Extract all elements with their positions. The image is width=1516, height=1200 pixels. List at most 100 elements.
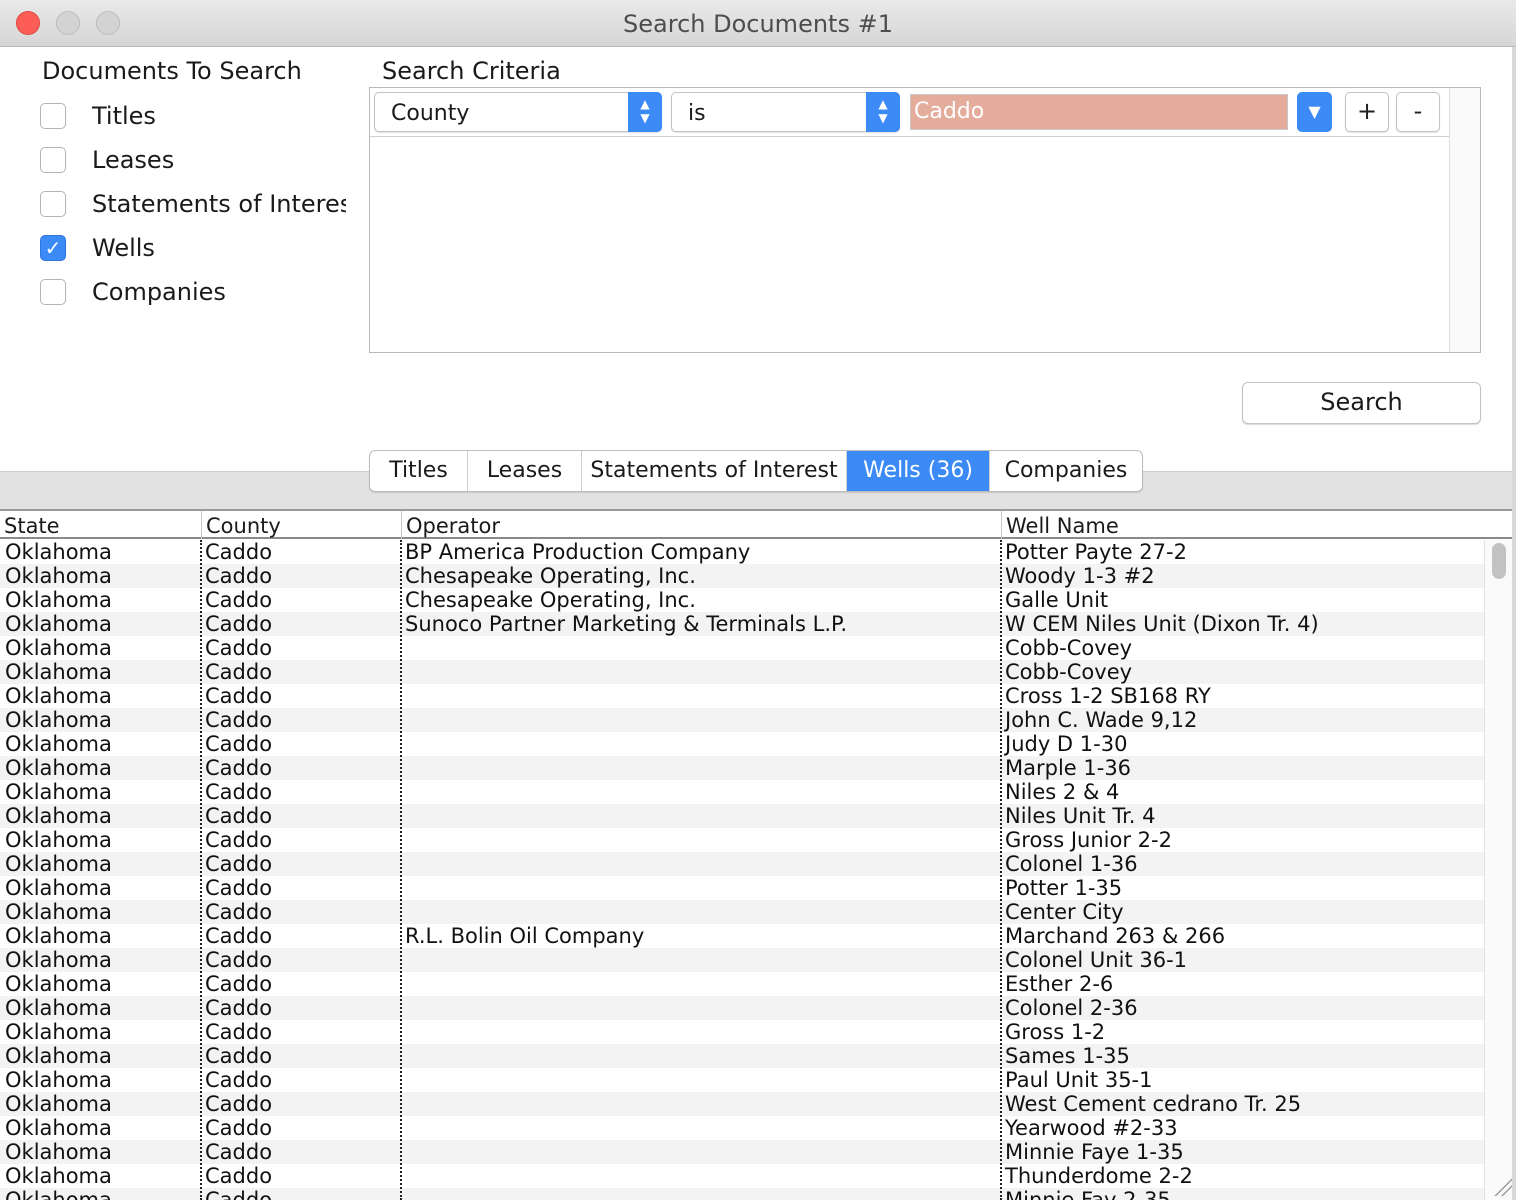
cell-well-name: Paul Unit 35-1 [1005,1068,1153,1092]
table-row[interactable]: Oklahoma Caddo Gross 1-2 [0,1020,1484,1044]
table-row[interactable]: Oklahoma Caddo Minnie Fay 2-35 [0,1188,1484,1200]
table-row[interactable]: Oklahoma Caddo Sunoco Partner Marketing & … [0,612,1484,636]
table-row[interactable]: Oklahoma Caddo Sames 1-35 [0,1044,1484,1068]
cell-well-name: Minnie Faye 1-35 [1005,1140,1184,1164]
criteria-value-combo[interactable]: Caddo ▼ [910,92,1332,132]
table-row[interactable]: Oklahoma Caddo Chesapeake Operating, Inc. W… [0,564,1484,588]
cell-county: Caddo [205,1188,273,1200]
table-row[interactable]: Oklahoma Caddo Marple 1-36 [0,756,1484,780]
table-scrollbar[interactable] [1484,540,1513,1200]
cell-well-name: Gross Junior 2-2 [1005,828,1172,852]
cell-operator [400,756,1000,780]
cell-operator [400,1188,1000,1200]
cell-operator [400,684,1000,708]
doc-option-wells[interactable]: ✓ Wells [40,233,155,263]
criteria-scrollbar[interactable] [1449,88,1480,352]
doc-option-leases[interactable]: Leases [40,145,174,175]
criteria-operator-select[interactable]: is ▲ ▼ [671,92,900,132]
cell-operator [400,1044,1000,1068]
cell-well-name: Marchand 263 & 266 [1005,924,1226,948]
companies-checkbox[interactable] [40,279,66,305]
table-row[interactable]: Oklahoma Caddo Potter 1-35 [0,876,1484,900]
table-row[interactable]: Oklahoma Caddo Judy D 1-30 [0,732,1484,756]
tab-leases[interactable]: Leases [468,451,582,491]
cell-state: Oklahoma [5,564,112,588]
resize-grip-icon[interactable] [1492,1176,1512,1196]
cell-state: Oklahoma [5,1092,112,1116]
doc-option-titles[interactable]: Titles [40,101,156,131]
column-header-county[interactable]: County [201,511,401,539]
cell-county: Caddo [205,1068,273,1092]
table-row[interactable]: Oklahoma Caddo Minnie Faye 1-35 [0,1140,1484,1164]
criteria-value-field[interactable]: Caddo [910,94,1288,130]
table-row[interactable]: Oklahoma Caddo Cobb-Covey [0,660,1484,684]
cell-well-name: Esther 2-6 [1005,972,1114,996]
titles-checkbox[interactable] [40,103,66,129]
table-row[interactable]: Oklahoma Caddo Cross 1-2 SB168 RY [0,684,1484,708]
cell-state: Oklahoma [5,876,112,900]
wells-checkbox[interactable]: ✓ [40,235,66,261]
table-row[interactable]: Oklahoma Caddo Colonel 2-36 [0,996,1484,1020]
tab-wells[interactable]: Wells (36) [847,451,990,491]
column-header-operator[interactable]: Operator [401,511,1001,539]
table-row[interactable]: Oklahoma Caddo John C. Wade 9,12 [0,708,1484,732]
table-row[interactable]: Oklahoma Caddo Center City [0,900,1484,924]
table-row[interactable]: Oklahoma Caddo Niles Unit Tr. 4 [0,804,1484,828]
cell-state: Oklahoma [5,780,112,804]
scroll-thumb[interactable] [1492,543,1506,579]
cell-well-name: Niles 2 & 4 [1005,780,1120,804]
cell-well-name: Cross 1-2 SB168 RY [1005,684,1211,708]
search-button[interactable]: Search [1242,382,1481,424]
table-row[interactable]: Oklahoma Caddo West Cement cedrano Tr. 25 [0,1092,1484,1116]
table-row[interactable]: Oklahoma Caddo BP America Production Compa… [0,540,1484,564]
statements-of-interest-checkbox[interactable] [40,191,66,217]
cell-well-name: Colonel 2-36 [1005,996,1138,1020]
cell-operator: Chesapeake Operating, Inc. [405,564,696,588]
table-row[interactable]: Oklahoma Caddo Colonel Unit 36-1 [0,948,1484,972]
table-row[interactable]: Oklahoma Caddo Chesapeake Operating, Inc. G… [0,588,1484,612]
criteria-field-select[interactable]: County ▲ ▼ [374,92,662,132]
up-down-chevron-icon: ▲ ▼ [628,92,662,132]
doc-option-companies[interactable]: Companies [40,277,226,307]
add-criteria-button[interactable]: + [1345,92,1389,132]
cell-well-name: Center City [1005,900,1124,924]
documents-to-search-heading: Documents To Search [42,57,302,85]
doc-option-statements-of-interest[interactable]: Statements of Interest [40,189,346,219]
doc-option-label: Titles [92,102,156,130]
cell-county: Caddo [205,636,273,660]
cell-well-name: Potter 1-35 [1005,876,1123,900]
cell-operator [400,636,1000,660]
column-header-state[interactable]: State [0,511,201,539]
table-row[interactable]: Oklahoma Caddo Cobb-Covey [0,636,1484,660]
tab-titles[interactable]: Titles [370,451,468,491]
cell-state: Oklahoma [5,540,112,564]
table-row[interactable]: Oklahoma Caddo Yearwood #2-33 [0,1116,1484,1140]
cell-operator [400,1092,1000,1116]
cell-operator [400,948,1000,972]
title-bar[interactable]: Search Documents #1 [0,0,1516,47]
cell-county: Caddo [205,732,273,756]
cell-well-name: Cobb-Covey [1005,660,1133,684]
table-row[interactable]: Oklahoma Caddo Gross Junior 2-2 [0,828,1484,852]
criteria-row: County ▲ ▼ is ▲ ▼ Caddo ▼ + - [370,88,1450,137]
table-row[interactable]: Oklahoma Caddo Paul Unit 35-1 [0,1068,1484,1092]
table-row[interactable]: Oklahoma Caddo Thunderdome 2-2 [0,1164,1484,1188]
table-row[interactable]: Oklahoma Caddo R.L. Bolin Oil Company March… [0,924,1484,948]
table-row[interactable]: Oklahoma Caddo Esther 2-6 [0,972,1484,996]
cell-state: Oklahoma [5,732,112,756]
chevron-down-icon[interactable]: ▼ [1297,92,1332,132]
column-header-well-name[interactable]: Well Name [1001,511,1512,539]
cell-state: Oklahoma [5,1044,112,1068]
tab-statements-of-interest[interactable]: Statements of Interest [582,451,847,491]
table-row[interactable]: Oklahoma Caddo Colonel 1-36 [0,852,1484,876]
window-title: Search Documents #1 [623,10,893,38]
tab-companies[interactable]: Companies [990,451,1142,491]
cell-well-name: Sames 1-35 [1005,1044,1130,1068]
criteria-value-text: Caddo [914,99,985,124]
table-row[interactable]: Oklahoma Caddo Niles 2 & 4 [0,780,1484,804]
remove-criteria-button[interactable]: - [1396,92,1440,132]
leases-checkbox[interactable] [40,147,66,173]
cell-county: Caddo [205,804,273,828]
search-documents-window: Search Documents #1 Documents To Search … [0,0,1516,1200]
cell-operator: Sunoco Partner Marketing & Terminals L.P… [405,612,848,636]
